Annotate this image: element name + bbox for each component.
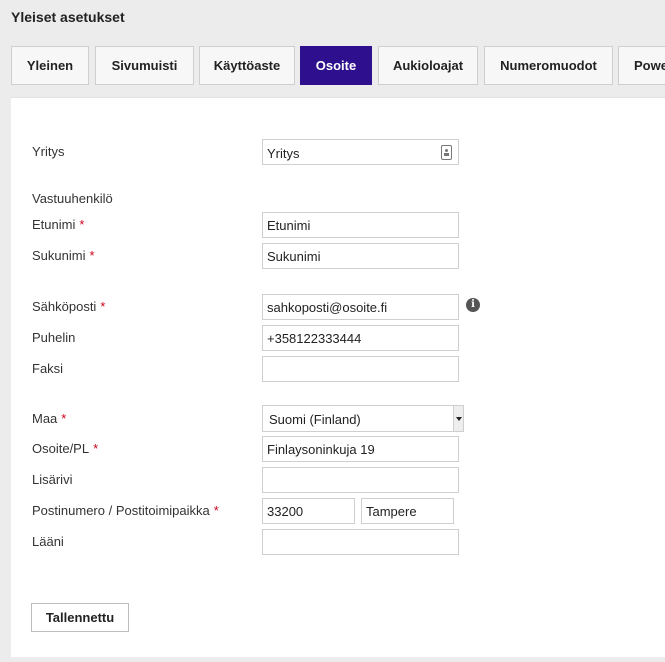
country-label: Maa * (32, 411, 67, 426)
phone-field[interactable] (262, 325, 459, 351)
address-settings-panel: Yritys Yritys Vastuuhenkilö Etunimi* Suk… (11, 97, 665, 657)
page-title: Yleiset asetukset (11, 9, 125, 25)
first-name-label: Etunimi * (32, 217, 85, 232)
info-icon[interactable]: i (466, 298, 480, 312)
extra-line-field[interactable] (262, 467, 459, 493)
tab-sivumuisti[interactable]: Sivumuisti (95, 46, 194, 85)
phone-label: Puhelin (32, 330, 76, 345)
first-name-field[interactable] (262, 212, 459, 238)
address-field[interactable] (262, 436, 459, 462)
settings-tabs: Yleinen Sivumuisti Käyttöaste Osoite Auk… (11, 46, 665, 85)
province-field[interactable] (262, 529, 459, 555)
tab-aukioloajat[interactable]: Aukioloajat (378, 46, 478, 85)
last-name-label: Sukunimi * (32, 248, 95, 263)
last-name-field[interactable] (262, 243, 459, 269)
fax-field[interactable] (262, 356, 459, 382)
tab-power[interactable]: Power (618, 46, 665, 85)
contact-person-heading: Vastuuhenkilö (32, 191, 113, 206)
tab-kayttoaste[interactable]: Käyttöaste (199, 46, 295, 85)
country-selected-value: Suomi (Finland) (269, 412, 361, 427)
tab-yleinen[interactable]: Yleinen (11, 46, 89, 85)
email-field[interactable] (262, 294, 459, 320)
fax-label: Faksi (32, 361, 64, 376)
postal-code-field[interactable] (262, 498, 355, 524)
tab-osoite[interactable]: Osoite (300, 46, 372, 85)
contact-card-icon[interactable] (441, 145, 452, 160)
save-button[interactable]: Tallennettu (31, 603, 129, 632)
company-label: Yritys (32, 144, 65, 159)
email-label: Sähköposti * (32, 299, 106, 314)
chevron-down-icon[interactable] (453, 406, 463, 431)
extra-line-label: Lisärivi (32, 472, 73, 487)
company-value: Yritys (267, 146, 300, 161)
country-select[interactable]: Suomi (Finland) (262, 405, 464, 432)
postal-label: Postinumero / Postitoimipaikka * (32, 503, 219, 518)
city-field[interactable] (361, 498, 454, 524)
address-label: Osoite/PL * (32, 441, 99, 456)
tab-numeromuodot[interactable]: Numeromuodot (484, 46, 613, 85)
province-label: Lääni (32, 534, 64, 549)
company-field[interactable]: Yritys (262, 139, 459, 165)
